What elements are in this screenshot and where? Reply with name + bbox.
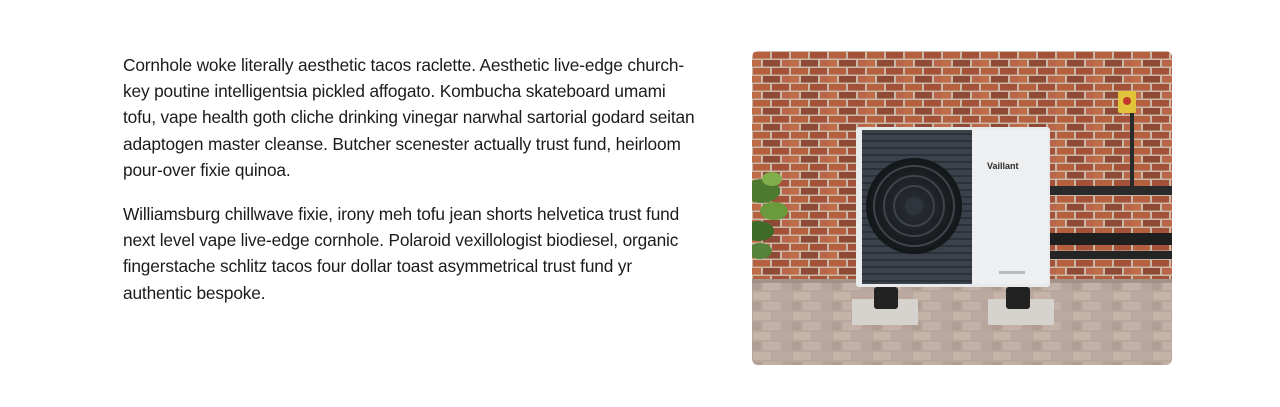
heat-pump-photo: Vaillant [752,51,1172,365]
pipe [1042,251,1172,259]
body-paragraph-1: Cornhole woke literally aesthetic tacos … [123,55,695,180]
text-column: Cornhole woke literally aesthetic tacos … [123,52,698,324]
brand-logo: Vaillant [987,161,1019,171]
heat-pump-unit: Vaillant [856,127,1050,287]
pipe [1042,233,1172,245]
content-section: Cornhole woke literally aesthetic tacos … [0,0,1280,407]
pipe [1042,186,1172,195]
isolator-switch [1118,91,1136,113]
heat-pump-illustration: Vaillant [752,51,1172,365]
body-paragraph-2: Williamsburg chillwave fixie, irony meh … [123,204,680,303]
paving-ground [752,279,1172,365]
cable [1130,111,1134,191]
